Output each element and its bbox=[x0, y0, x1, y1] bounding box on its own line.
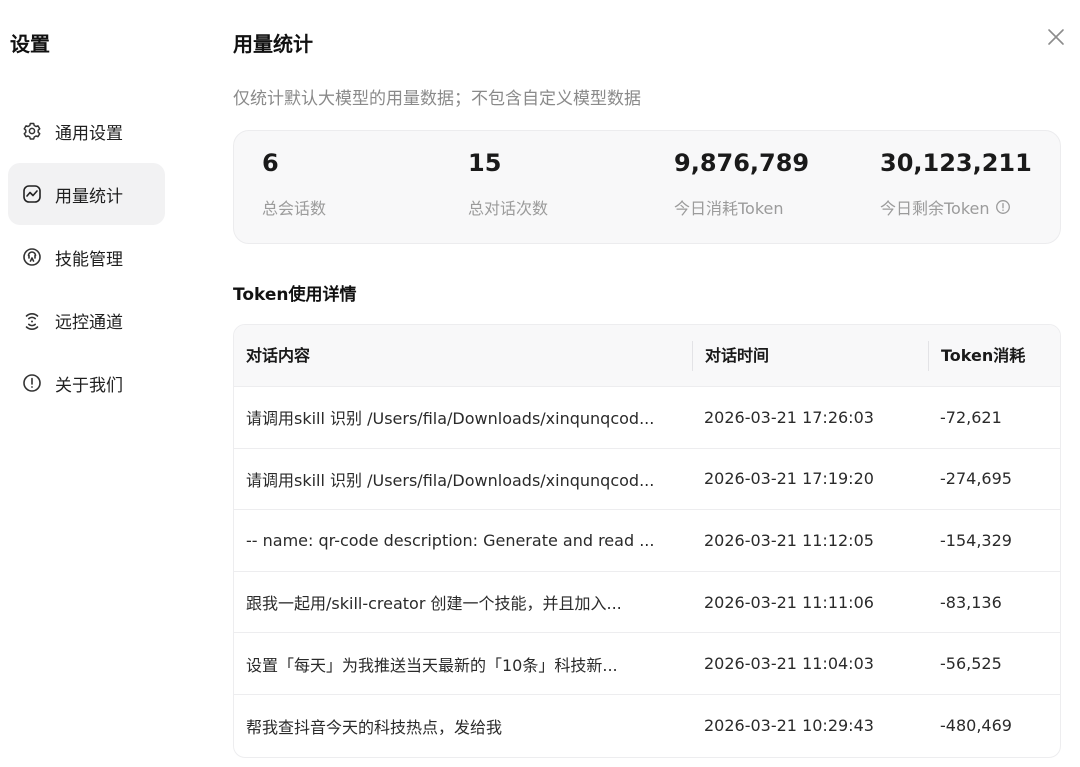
cell-tokens: -56,525 bbox=[940, 654, 1002, 674]
chart-line-icon bbox=[22, 184, 42, 204]
cell-tokens: -274,695 bbox=[940, 469, 1012, 489]
cell-content: -- name: qr-code description: Generate a… bbox=[246, 530, 655, 550]
sidebar-item-remote[interactable]: 远控通道 bbox=[8, 289, 165, 351]
table-header: 对话内容 对话时间 Token消耗 bbox=[234, 325, 1060, 387]
table-row[interactable]: 请调用skill 识别 /Users/fila/Downloads/xinqun… bbox=[234, 449, 1060, 511]
cell-tokens: -480,469 bbox=[940, 716, 1012, 736]
column-header-content: 对话内容 bbox=[246, 345, 311, 365]
signal-icon bbox=[22, 310, 42, 330]
stat-today-remaining-tokens: 30,123,211 今日剩余Token bbox=[880, 149, 1032, 219]
page-title: 用量统计 bbox=[233, 32, 313, 56]
cell-content: 请调用skill 识别 /Users/fila/Downloads/xinqun… bbox=[246, 409, 655, 429]
table-row[interactable]: 帮我查抖音今天的科技热点，发给我 2026-03-21 10:29:43 -48… bbox=[234, 695, 1060, 757]
settings-sidebar: 设置 通用设置 用量统计 技能管理 远控通道 关于我们 bbox=[0, 0, 190, 767]
stat-label: 总对话次数 bbox=[468, 195, 548, 219]
sidebar-item-usage[interactable]: 用量统计 bbox=[8, 163, 165, 225]
stat-label-text: 总对话次数 bbox=[468, 199, 549, 218]
stat-label: 总会话数 bbox=[262, 195, 326, 219]
info-icon[interactable] bbox=[995, 199, 1011, 215]
section-title: Token使用详情 bbox=[233, 285, 357, 305]
sidebar-item-label: 技能管理 bbox=[55, 249, 123, 270]
column-header-tokens: Token消耗 bbox=[928, 340, 1060, 371]
cell-time: 2026-03-21 11:04:03 bbox=[704, 654, 874, 674]
cell-time: 2026-03-21 11:11:06 bbox=[704, 592, 874, 612]
table-row[interactable]: 跟我一起用/skill-creator 创建一个技能，并且加入... 2026-… bbox=[234, 572, 1060, 634]
sidebar-nav: 通用设置 用量统计 技能管理 远控通道 关于我们 bbox=[8, 100, 165, 415]
stat-total-sessions: 6 总会话数 bbox=[262, 149, 326, 219]
cell-content: 设置「每天」为我推送当天最新的「10条」科技新... bbox=[246, 655, 618, 675]
stat-value: 9,876,789 bbox=[674, 149, 810, 177]
gear-icon bbox=[22, 121, 42, 141]
stat-value: 15 bbox=[468, 149, 502, 177]
stat-today-used-tokens: 9,876,789 今日消耗Token bbox=[674, 149, 809, 219]
cell-time: 2026-03-21 10:29:43 bbox=[704, 716, 874, 736]
cell-tokens: -154,329 bbox=[940, 530, 1012, 550]
cell-content: 跟我一起用/skill-creator 创建一个技能，并且加入... bbox=[246, 594, 622, 614]
sidebar-item-label: 用量统计 bbox=[55, 186, 123, 207]
cell-content: 请调用skill 识别 /Users/fila/Downloads/xinqun… bbox=[246, 470, 655, 490]
cell-tokens: -72,621 bbox=[940, 407, 1002, 427]
stat-value: 6 bbox=[262, 149, 279, 177]
sidebar-item-label: 关于我们 bbox=[55, 375, 123, 396]
stat-total-conversations: 15 总对话次数 bbox=[468, 149, 548, 219]
column-header-time: 对话时间 bbox=[692, 340, 928, 371]
sidebar-item-skills[interactable]: 技能管理 bbox=[8, 226, 165, 288]
cell-content: 帮我查抖音今天的科技热点，发给我 bbox=[246, 717, 503, 737]
stat-label-text: 今日剩余Token bbox=[880, 199, 990, 218]
cell-time: 2026-03-21 17:26:03 bbox=[704, 407, 874, 427]
page-subtitle: 仅统计默认大模型的用量数据；不包含自定义模型数据 bbox=[233, 89, 641, 109]
close-icon bbox=[1048, 29, 1064, 45]
info-icon bbox=[22, 373, 42, 393]
sidebar-title: 设置 bbox=[10, 32, 50, 56]
close-button[interactable] bbox=[1043, 24, 1069, 50]
sidebar-item-label: 通用设置 bbox=[55, 123, 123, 144]
table-row[interactable]: 请调用skill 识别 /Users/fila/Downloads/xinqun… bbox=[234, 387, 1060, 449]
token-usage-table: 对话内容 对话时间 Token消耗 请调用skill 识别 /Users/fil… bbox=[233, 324, 1061, 758]
skill-icon bbox=[22, 247, 42, 267]
sidebar-item-about[interactable]: 关于我们 bbox=[8, 352, 165, 414]
stat-label: 今日消耗Token bbox=[674, 195, 809, 219]
table-row[interactable]: -- name: qr-code description: Generate a… bbox=[234, 510, 1060, 572]
cell-time: 2026-03-21 11:12:05 bbox=[704, 530, 874, 550]
sidebar-item-general[interactable]: 通用设置 bbox=[8, 100, 165, 162]
stat-label-text: 总会话数 bbox=[262, 199, 327, 218]
stat-label: 今日剩余Token bbox=[880, 195, 1032, 219]
sidebar-item-label: 远控通道 bbox=[55, 312, 123, 333]
cell-tokens: -83,136 bbox=[940, 592, 1002, 612]
stats-card: 6 总会话数 15 总对话次数 9,876,789 今日消耗Token 30,1… bbox=[233, 130, 1061, 244]
cell-time: 2026-03-21 17:19:20 bbox=[704, 469, 874, 489]
stat-label-text: 今日消耗Token bbox=[674, 199, 784, 218]
table-row[interactable]: 设置「每天」为我推送当天最新的「10条」科技新... 2026-03-21 11… bbox=[234, 633, 1060, 695]
stat-value: 30,123,211 bbox=[880, 149, 1032, 177]
